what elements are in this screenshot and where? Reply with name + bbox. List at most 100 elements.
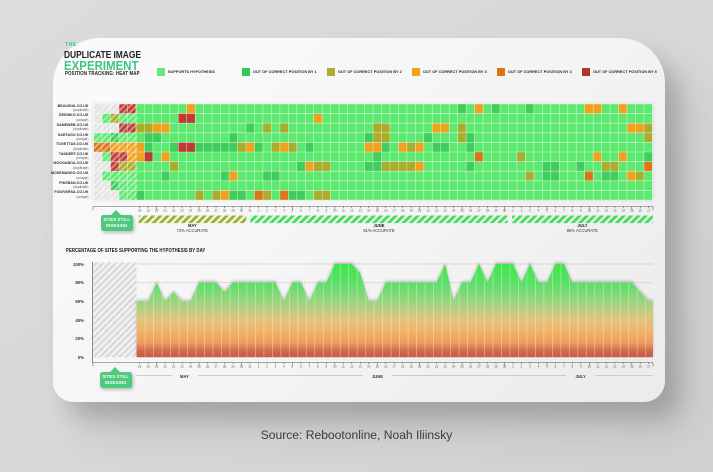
svg-text:19: 19 bbox=[410, 365, 414, 369]
svg-text:28: 28 bbox=[223, 208, 227, 212]
svg-text:9: 9 bbox=[325, 208, 327, 212]
svg-text:9: 9 bbox=[580, 208, 582, 212]
svg-text:15: 15 bbox=[376, 365, 380, 369]
svg-text:14: 14 bbox=[622, 365, 626, 369]
svg-text:16: 16 bbox=[384, 365, 388, 369]
svg-text:22: 22 bbox=[435, 208, 439, 212]
svg-text:27: 27 bbox=[214, 208, 218, 212]
svg-text:10: 10 bbox=[333, 365, 337, 369]
svg-text:8: 8 bbox=[317, 208, 319, 212]
svg-text:19: 19 bbox=[146, 208, 150, 212]
svg-text:15: 15 bbox=[630, 208, 634, 212]
svg-text:4: 4 bbox=[538, 208, 540, 212]
svg-text:27: 27 bbox=[214, 365, 218, 369]
svg-text:29: 29 bbox=[494, 365, 498, 369]
svg-text:29: 29 bbox=[494, 208, 498, 212]
svg-text:14: 14 bbox=[622, 208, 626, 212]
svg-text:28: 28 bbox=[486, 365, 490, 369]
svg-text:31: 31 bbox=[248, 365, 252, 369]
svg-text:31: 31 bbox=[248, 208, 252, 212]
svg-text:15: 15 bbox=[376, 208, 380, 212]
svg-text:14: 14 bbox=[367, 208, 371, 212]
svg-text:1: 1 bbox=[512, 365, 514, 369]
svg-text:23: 23 bbox=[443, 208, 447, 212]
svg-text:6: 6 bbox=[300, 208, 302, 212]
svg-text:18: 18 bbox=[401, 365, 405, 369]
svg-text:23: 23 bbox=[180, 208, 184, 212]
svg-text:4: 4 bbox=[283, 365, 285, 369]
svg-text:11: 11 bbox=[596, 365, 599, 369]
svg-text:24: 24 bbox=[452, 365, 456, 369]
svg-text:12: 12 bbox=[350, 365, 354, 369]
svg-text:24: 24 bbox=[452, 208, 456, 212]
svg-text:10: 10 bbox=[333, 208, 337, 212]
svg-text:27: 27 bbox=[477, 365, 481, 369]
svg-text:20: 20 bbox=[155, 208, 159, 212]
svg-text:16: 16 bbox=[639, 365, 643, 369]
svg-text:5: 5 bbox=[546, 208, 548, 212]
svg-text:15: 15 bbox=[630, 365, 634, 369]
svg-text:8: 8 bbox=[572, 365, 574, 369]
svg-text:3: 3 bbox=[529, 208, 531, 212]
svg-text:1: 1 bbox=[258, 365, 260, 369]
svg-text:3: 3 bbox=[529, 365, 531, 369]
svg-text:8: 8 bbox=[572, 208, 574, 212]
svg-text:19: 19 bbox=[410, 208, 414, 212]
svg-text:9: 9 bbox=[580, 365, 582, 369]
svg-text:11: 11 bbox=[342, 365, 345, 369]
svg-text:22: 22 bbox=[435, 365, 439, 369]
svg-text:3: 3 bbox=[275, 208, 277, 212]
svg-text:2: 2 bbox=[521, 208, 523, 212]
svg-text:17: 17 bbox=[647, 365, 651, 369]
svg-text:21: 21 bbox=[426, 365, 430, 369]
svg-text:26: 26 bbox=[206, 208, 210, 212]
svg-text:17: 17 bbox=[393, 365, 397, 369]
svg-text:13: 13 bbox=[613, 365, 617, 369]
svg-text:24: 24 bbox=[189, 208, 193, 212]
svg-text:6: 6 bbox=[555, 208, 557, 212]
svg-text:13: 13 bbox=[613, 208, 617, 212]
svg-text:16: 16 bbox=[384, 208, 388, 212]
svg-text:12: 12 bbox=[350, 208, 354, 212]
svg-text:30: 30 bbox=[240, 208, 244, 212]
svg-text:10: 10 bbox=[588, 365, 592, 369]
svg-text:13: 13 bbox=[359, 208, 363, 212]
svg-text:5: 5 bbox=[292, 208, 294, 212]
svg-text:17: 17 bbox=[393, 208, 397, 212]
svg-text:20: 20 bbox=[418, 365, 422, 369]
svg-text:20: 20 bbox=[418, 208, 422, 212]
svg-text:22: 22 bbox=[172, 365, 176, 369]
svg-text:13: 13 bbox=[359, 365, 363, 369]
svg-text:25: 25 bbox=[460, 208, 464, 212]
svg-text:6: 6 bbox=[300, 365, 302, 369]
svg-text:6: 6 bbox=[555, 365, 557, 369]
svg-text:26: 26 bbox=[469, 208, 473, 212]
svg-text:27: 27 bbox=[477, 208, 481, 212]
svg-text:21: 21 bbox=[426, 208, 430, 212]
svg-text:29: 29 bbox=[231, 208, 235, 212]
svg-text:21: 21 bbox=[163, 365, 167, 369]
svg-text:30: 30 bbox=[240, 365, 244, 369]
svg-text:10: 10 bbox=[588, 208, 592, 212]
svg-text:12: 12 bbox=[605, 208, 609, 212]
svg-text:30: 30 bbox=[503, 365, 507, 369]
svg-text:22: 22 bbox=[172, 208, 176, 212]
svg-text:7: 7 bbox=[309, 365, 311, 369]
svg-text:2: 2 bbox=[266, 365, 268, 369]
svg-text:26: 26 bbox=[206, 365, 210, 369]
svg-text:25: 25 bbox=[197, 208, 201, 212]
svg-text:5: 5 bbox=[546, 365, 548, 369]
svg-text:25: 25 bbox=[197, 365, 201, 369]
svg-text:11: 11 bbox=[596, 208, 599, 212]
svg-text:28: 28 bbox=[223, 365, 227, 369]
svg-text:25: 25 bbox=[460, 365, 464, 369]
svg-text:3: 3 bbox=[275, 365, 277, 369]
svg-text:7: 7 bbox=[563, 365, 565, 369]
svg-text:2: 2 bbox=[521, 365, 523, 369]
svg-text:5: 5 bbox=[292, 365, 294, 369]
svg-text:1: 1 bbox=[258, 208, 260, 212]
svg-text:7: 7 bbox=[309, 208, 311, 212]
svg-text:4: 4 bbox=[283, 208, 285, 212]
svg-text:11: 11 bbox=[342, 208, 345, 212]
svg-text:4: 4 bbox=[538, 365, 540, 369]
